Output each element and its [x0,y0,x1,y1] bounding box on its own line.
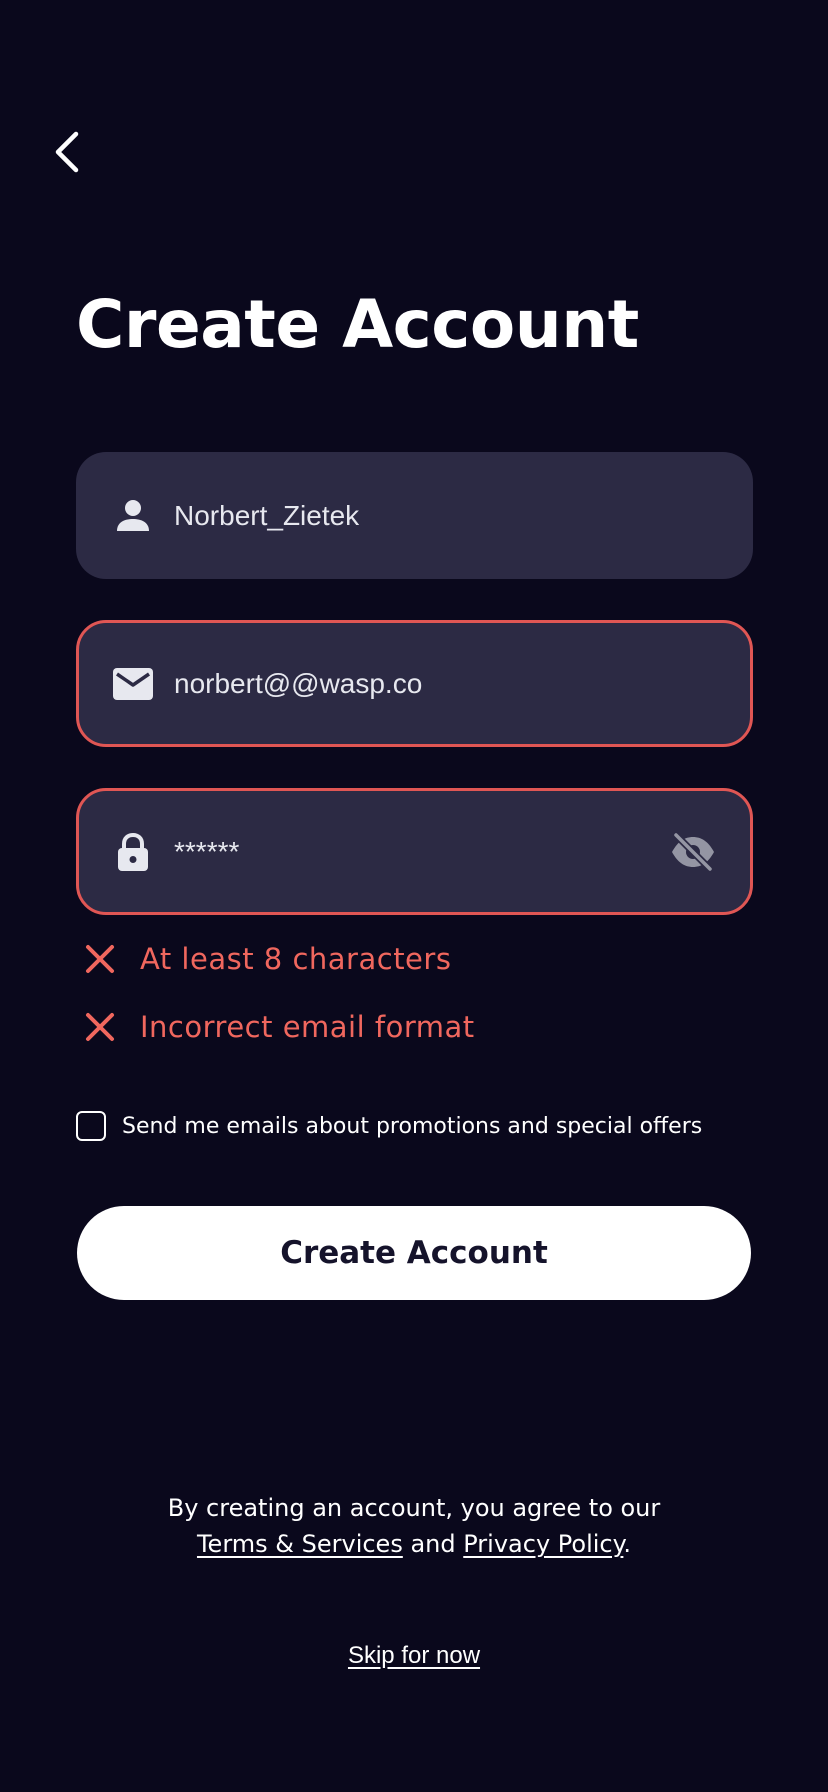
password-value: ****** [174,835,240,867]
terms-link[interactable]: Terms & Services [197,1530,403,1558]
eye-off-icon[interactable] [669,831,717,873]
error-text: At least 8 characters [140,942,452,976]
email-value: norbert@@wasp.co [174,667,423,699]
password-field[interactable]: ****** [76,788,753,915]
x-icon [86,945,114,973]
lock-icon [118,832,148,871]
error-min-length: At least 8 characters [84,942,451,976]
legal-period: . [623,1530,632,1558]
legal-line-1: By creating an account, you agree to our [167,1494,661,1522]
promo-checkbox[interactable] [76,1111,106,1141]
username-field[interactable]: Norbert_Zietek [76,452,753,579]
chevron-left-icon [55,131,79,173]
email-field[interactable]: norbert@@wasp.co [76,620,753,747]
create-account-button[interactable]: Create Account [77,1206,751,1300]
skip-link-row: Skip for now [0,1642,828,1670]
back-button[interactable] [50,130,86,174]
promo-opt-in[interactable]: Send me emails about promotions and spec… [76,1111,702,1141]
error-text: Incorrect email format [140,1010,475,1044]
promo-checkbox-label[interactable]: Send me emails about promotions and spec… [122,1114,702,1139]
legal-notice: By creating an account, you agree to our… [0,1490,828,1562]
legal-and: and [402,1530,464,1558]
mail-icon [113,667,153,700]
create-account-button-label: Create Account [280,1235,548,1271]
page-title: Create Account [76,286,639,363]
skip-link[interactable]: Skip for now [348,1642,480,1669]
x-icon [86,1013,114,1041]
privacy-link[interactable]: Privacy Policy [463,1530,623,1558]
error-email-format: Incorrect email format [84,1010,475,1044]
legal-line-2: Terms & Services and Privacy Policy. [0,1526,828,1562]
user-icon [117,499,149,531]
username-value: Norbert_Zietek [174,499,360,531]
